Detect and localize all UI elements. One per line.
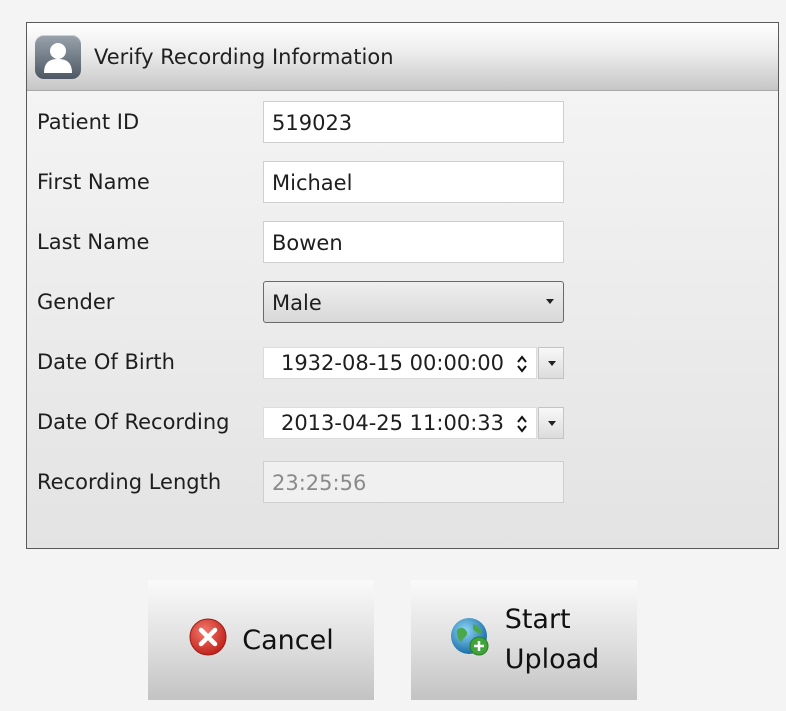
patient-id-input[interactable]: 519023 [263, 101, 564, 143]
spinner-arrows-icon[interactable] [516, 414, 528, 434]
date-of-birth-value: 1932-08-15 00:00:00 [280, 351, 504, 375]
gender-select[interactable]: Male [263, 281, 564, 323]
first-name-row: First Name Michael [37, 161, 767, 203]
cancel-label: Cancel [242, 624, 334, 656]
dialog-header: Verify Recording Information [27, 23, 778, 91]
recording-length-field: 23:25:56 [263, 461, 564, 503]
date-of-birth-label: Date Of Birth [37, 350, 175, 374]
first-name-input[interactable]: Michael [263, 161, 564, 203]
gender-label: Gender [37, 290, 115, 314]
recording-length-row: Recording Length 23:25:56 [37, 461, 767, 503]
gender-selected-value: Male [272, 291, 322, 315]
last-name-label: Last Name [37, 230, 150, 254]
verify-recording-dialog: Verify Recording Information Patient ID … [26, 22, 779, 549]
cancel-icon [188, 617, 228, 664]
date-of-recording-row: Date Of Recording 2013-04-25 11:00:33 [37, 401, 767, 443]
chevron-down-icon [548, 421, 556, 426]
last-name-input[interactable]: Bowen [263, 221, 564, 263]
last-name-row: Last Name Bowen [37, 221, 767, 263]
date-of-birth-calendar-button[interactable] [538, 347, 564, 379]
first-name-label: First Name [37, 170, 150, 194]
recording-length-label: Recording Length [37, 470, 222, 494]
start-upload-button[interactable]: Start Upload [411, 580, 637, 700]
date-of-birth-row: Date Of Birth 1932-08-15 00:00:00 [37, 341, 767, 383]
date-of-recording-input[interactable]: 2013-04-25 11:00:33 [263, 407, 537, 439]
start-upload-label: Start Upload [505, 600, 600, 680]
globe-icon [449, 616, 491, 665]
date-of-recording-value: 2013-04-25 11:00:33 [280, 411, 504, 435]
gender-row: Gender Male [37, 281, 767, 323]
chevron-down-icon [548, 361, 556, 366]
patient-id-row: Patient ID 519023 [37, 101, 767, 143]
start-upload-label-line2: Upload [504, 644, 600, 675]
chevron-down-icon [546, 299, 554, 304]
date-of-recording-label: Date Of Recording [37, 410, 230, 434]
dialog-title: Verify Recording Information [94, 44, 394, 69]
cancel-button[interactable]: Cancel [148, 580, 374, 700]
patient-id-label: Patient ID [37, 110, 140, 134]
spinner-arrows-icon[interactable] [516, 354, 528, 374]
user-icon [35, 34, 81, 79]
start-upload-label-line1: Start [504, 604, 571, 635]
date-of-birth-input[interactable]: 1932-08-15 00:00:00 [263, 347, 537, 379]
date-of-recording-calendar-button[interactable] [538, 407, 564, 439]
